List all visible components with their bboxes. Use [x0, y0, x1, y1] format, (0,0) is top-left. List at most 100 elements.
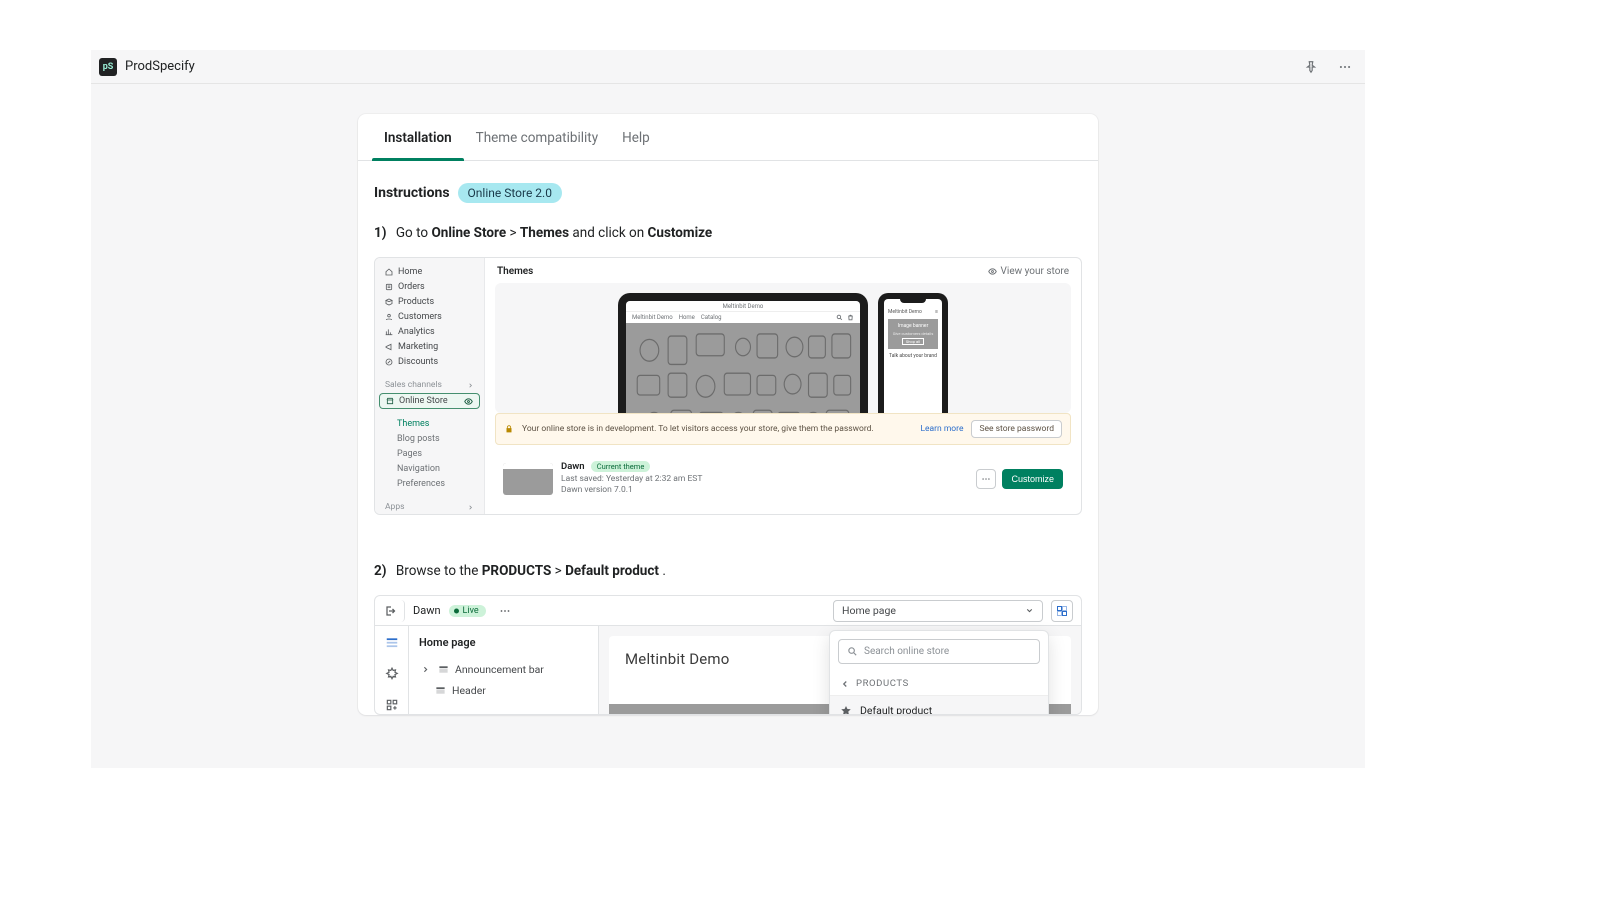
- tab-installation[interactable]: Installation: [372, 114, 464, 160]
- topbar: pS ProdSpecify: [91, 50, 1365, 84]
- app-embeds-icon: [383, 697, 401, 714]
- ss1-warning: Your online store is in development. To …: [495, 413, 1071, 445]
- mock-mobile: Meltinbit Demo ≡ Image banner Give custo…: [878, 293, 948, 413]
- store-icon: [386, 397, 394, 405]
- pin-icon[interactable]: [1299, 55, 1323, 79]
- main-card: Installation Theme compatibility Help In…: [358, 114, 1098, 715]
- ss1-sales-channels-label: Sales channels: [375, 375, 484, 392]
- live-badge: Live: [449, 605, 486, 617]
- step-2-pre: Browse to the: [396, 563, 482, 579]
- theme-name: Dawn: [561, 461, 585, 472]
- mock-talk-text: Talk about your brand: [884, 349, 942, 363]
- ss2-icon-rail: [375, 626, 409, 714]
- step-1-b2: Themes: [520, 225, 569, 241]
- step-1-text: 1) Go to Online Store > Themes and click…: [374, 225, 1082, 241]
- search-icon: [836, 314, 843, 321]
- ss1-theme-row: Dawn Current theme Last saved: Yesterday…: [495, 453, 1071, 505]
- ss1-sub-blog: Blog posts: [375, 431, 484, 446]
- ss1-online-store-label: Online Store: [399, 396, 448, 406]
- page-select-label: Home page: [842, 604, 896, 617]
- step-1-sep: >: [509, 225, 519, 241]
- ss2-section-list: Home page Announcement bar Header: [409, 626, 599, 714]
- ss1-preview: Meltinbit Demo Meltinbit Demo Home Catal…: [495, 283, 1071, 413]
- bag-icon: [847, 314, 854, 321]
- ss1-nav-home-label: Home: [398, 267, 422, 277]
- ss1-apps-label: Apps: [375, 497, 484, 514]
- see-store-password-button: See store password: [971, 420, 1062, 438]
- mock-brand-2: Meltinbit Demo: [632, 314, 673, 321]
- ss1-sub-themes: Themes: [375, 416, 484, 431]
- ss1-nav-customers-label: Customers: [398, 312, 442, 322]
- ss1-nav-customers: Customers: [375, 309, 484, 324]
- popover-search: Search online store: [838, 639, 1040, 664]
- section-block-icon: [437, 664, 449, 676]
- ss1-online-store-row: Online Store: [379, 393, 480, 409]
- screenshot-2: Dawn Live Home page: [374, 595, 1082, 715]
- ss1-nav-analytics: Analytics: [375, 324, 484, 339]
- sections-icon: [383, 634, 401, 651]
- page-select-trigger: Home page: [833, 600, 1043, 622]
- popover-back-label: PRODUCTS: [856, 678, 909, 689]
- ss1-warning-text: Your online store is in development. To …: [522, 424, 874, 434]
- step-2-b2: Default product: [565, 563, 659, 579]
- learn-more-link: Learn more: [920, 424, 963, 434]
- section-block-icon: [434, 685, 446, 697]
- step-1-mid: and click on: [572, 225, 647, 241]
- left-home-page: Home page: [419, 636, 588, 649]
- section-header: Header: [419, 680, 588, 701]
- ss1-nav-orders: Orders: [375, 279, 484, 294]
- popover-search-placeholder: Search online store: [864, 646, 949, 657]
- page-select-popover: Search online store PRODUCTS Default pro…: [829, 630, 1049, 715]
- theme-saved: Last saved: Yesterday at 2:32 am EST: [561, 474, 702, 485]
- inspector-icon: [1051, 600, 1073, 622]
- star-icon: [840, 705, 852, 715]
- ss1-nav-discounts-label: Discounts: [398, 357, 438, 367]
- ss2-topbar: Dawn Live Home page: [375, 596, 1081, 626]
- chevron-left-icon: [840, 679, 850, 689]
- tab-theme-compatibility[interactable]: Theme compatibility: [464, 114, 610, 160]
- section-announcement: Announcement bar: [419, 659, 588, 680]
- ss1-main: Themes View your store Meltinbit Demo Me…: [485, 258, 1081, 514]
- ss1-nav-marketing-label: Marketing: [398, 342, 438, 352]
- search-icon: [847, 646, 858, 657]
- ss1-sub-preferences: Preferences: [375, 476, 484, 491]
- screenshot-1: Home Orders Products Customers: [374, 257, 1082, 515]
- mock-mobile-banner: Image banner Give customers details Shop…: [888, 319, 938, 349]
- section-header-label: Header: [452, 684, 486, 697]
- ss1-apps-text: Apps: [385, 502, 404, 512]
- step-2-sep: >: [555, 563, 565, 579]
- mock-banner-btn: Shop all: [902, 338, 924, 345]
- ss1-nav-marketing: Marketing: [375, 339, 484, 354]
- tab-help[interactable]: Help: [610, 114, 662, 160]
- theme-more-button: [976, 469, 996, 489]
- popover-back: PRODUCTS: [830, 672, 1048, 696]
- step-2-text: 2) Browse to the PRODUCTS > Default prod…: [374, 563, 1082, 579]
- theme-version: Dawn version 7.0.1: [561, 485, 702, 496]
- ss1-nav-orders-label: Orders: [398, 282, 425, 292]
- ss1-nav-products-label: Products: [398, 297, 434, 307]
- version-chip: Online Store 2.0: [458, 183, 562, 203]
- lock-icon: [504, 424, 514, 434]
- customize-button: Customize: [1002, 469, 1063, 489]
- popover-item-default-product: Default product Assigned to 2 products: [830, 696, 1048, 715]
- exit-editor-icon: [383, 600, 405, 622]
- eye-icon: [464, 397, 473, 406]
- step-2-end: .: [662, 563, 666, 579]
- more-icon[interactable]: [1333, 55, 1357, 79]
- eye-icon: [988, 267, 997, 276]
- ss1-title: Themes: [497, 266, 533, 277]
- step-1-num: 1): [374, 225, 387, 241]
- menu-icon: ≡: [935, 309, 938, 315]
- step-2-num: 2): [374, 563, 387, 579]
- chevron-right-icon: [467, 504, 474, 511]
- current-theme-badge: Current theme: [591, 461, 651, 472]
- mock-banner-title: Image banner: [898, 323, 929, 329]
- step-1-b3: Customize: [648, 225, 713, 241]
- ss1-sub-navigation: Navigation: [375, 461, 484, 476]
- ss1-nav-home: Home: [375, 264, 484, 279]
- chevron-right-icon: [419, 664, 431, 676]
- step-1-b1: Online Store: [431, 225, 506, 241]
- mock-desktop-nav: Meltinbit Demo Home Catalog: [626, 311, 860, 323]
- step-1-pre: Go to: [396, 225, 432, 241]
- mock-desktop: Meltinbit Demo Meltinbit Demo Home Catal…: [618, 293, 868, 413]
